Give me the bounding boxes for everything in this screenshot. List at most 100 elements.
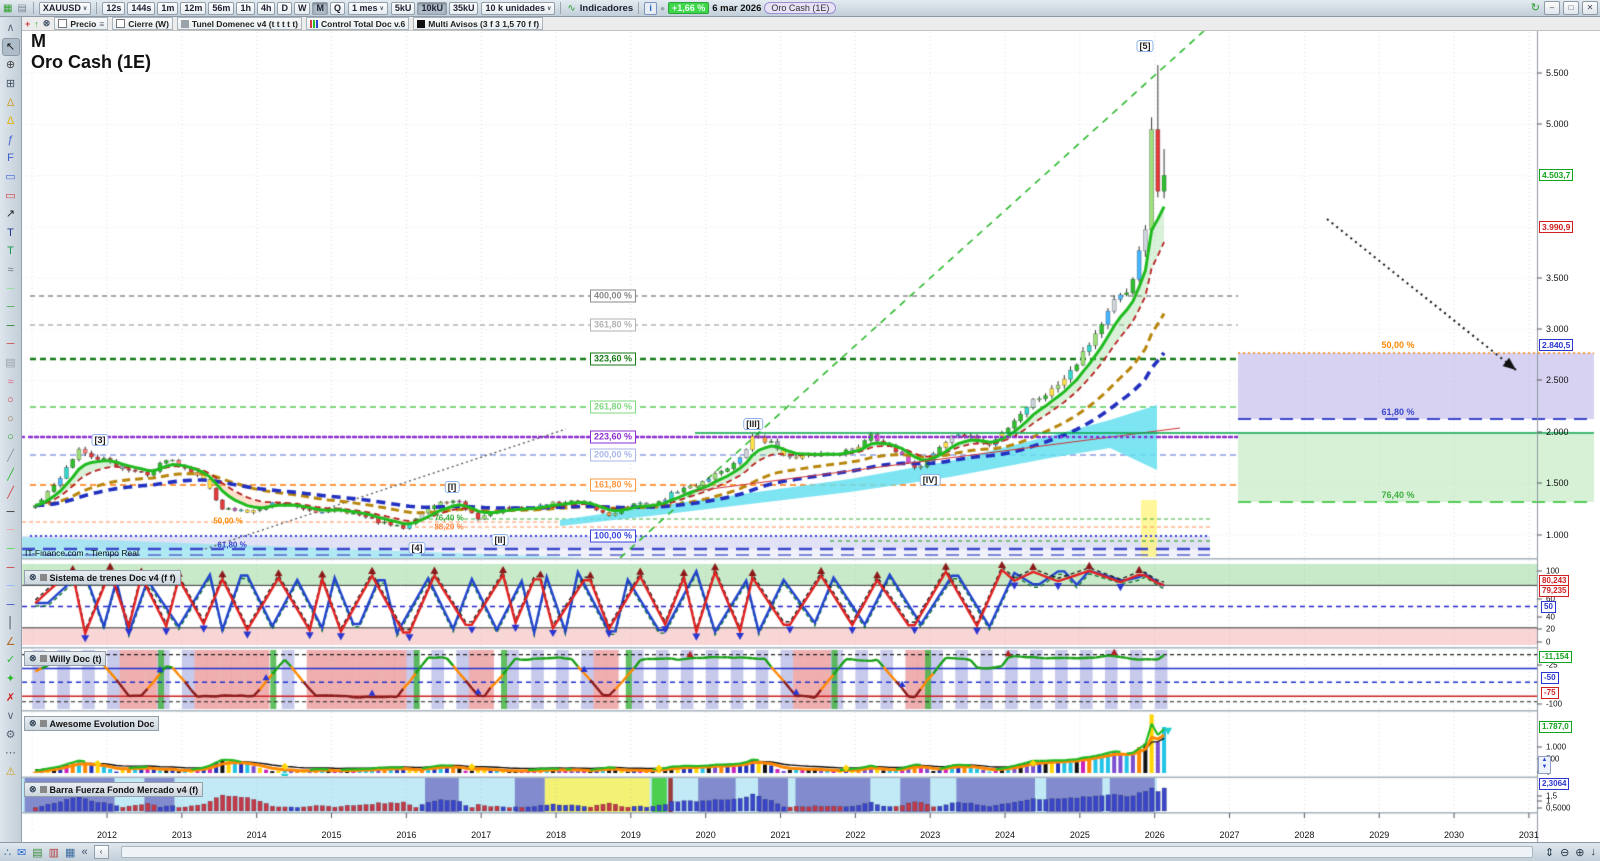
vline-icon[interactable]: │ — [2, 614, 20, 633]
tf-button-12m[interactable]: 12m — [180, 1, 207, 15]
tf-button-144s[interactable]: 144s — [127, 1, 156, 15]
hl-lightblue-icon[interactable]: ─ — [2, 577, 20, 596]
overlay-item-label: Cierre (W) — [128, 18, 169, 29]
unit-button-35kU[interactable]: 35kU — [448, 1, 479, 15]
refresh-icon[interactable]: ↻ — [1530, 2, 1541, 15]
date-label: 6 mar 2026 — [712, 2, 762, 14]
chart-title-block: M Oro Cash (1E) — [31, 31, 151, 73]
zoom-icon[interactable]: ⊕ — [2, 56, 20, 75]
ellipse-red-icon[interactable]: ○ — [2, 391, 20, 410]
hl-darkblue-icon[interactable]: ─ — [2, 595, 20, 614]
like-icon[interactable]: ✦ — [2, 670, 20, 689]
zoom-area-icon[interactable]: ⊞ — [2, 75, 20, 94]
diag-red-icon[interactable]: ╱ — [2, 484, 20, 503]
separator — [32, 2, 34, 14]
tf-button-56m[interactable]: 56m — [208, 1, 235, 15]
fib-tool-icon[interactable]: ƒ — [2, 131, 20, 150]
checkbox-icon[interactable] — [58, 19, 68, 28]
unit-button-10kU[interactable]: 10kU — [417, 1, 447, 15]
delete-icon[interactable]: ✗ — [2, 688, 20, 707]
pattern-icon[interactable]: ≈ — [2, 372, 20, 391]
overlay-item-4[interactable]: Multi Avisos (3 f 3 1,5 70 f f) — [413, 17, 544, 30]
angle-icon[interactable]: ∠ — [2, 633, 20, 652]
more-icon[interactable]: ⋯ — [2, 744, 20, 763]
overlay-item-label: Precio — [70, 18, 97, 29]
horizontal-scrollbar[interactable] — [120, 846, 1533, 858]
document-icon[interactable]: ▤ — [32, 846, 42, 859]
symbol-select[interactable]: XAUUSD ∨ — [38, 1, 92, 15]
checkbox-icon[interactable] — [116, 19, 126, 28]
workspace-icon[interactable]: ▦ — [65, 846, 75, 859]
restore-button[interactable]: □ — [1563, 1, 1579, 15]
tf-button-D[interactable]: D — [277, 1, 292, 15]
minimize-button[interactable]: – — [1544, 1, 1560, 15]
cursor-icon[interactable]: ↖ — [1, 37, 20, 57]
chart-type-icon[interactable]: ▦ — [2, 2, 13, 15]
tf-button-Q[interactable]: Q — [329, 1, 345, 15]
ruler-icon[interactable]: ▤ — [2, 354, 20, 373]
hline-red2-icon[interactable]: ─ — [2, 335, 20, 354]
measure-icon[interactable]: ≈ — [2, 261, 20, 280]
alarm-cursor-icon[interactable]: Δ — [2, 93, 20, 112]
tf-button-1m[interactable]: 1m — [157, 1, 179, 15]
zoom-out-icon[interactable]: ⊖ — [1560, 846, 1569, 859]
ellipse-brown-icon[interactable]: ○ — [2, 409, 20, 428]
zoom-in-icon[interactable]: ⊕ — [1575, 846, 1584, 859]
tf-button-W[interactable]: W — [293, 1, 311, 15]
note-icon[interactable]: T — [2, 242, 20, 261]
expand-down-icon[interactable]: ∨ — [2, 707, 20, 726]
hl-lime-icon[interactable]: ─ — [2, 540, 20, 559]
indicator-list-icon[interactable]: ▥ — [49, 846, 59, 859]
ellipse-green-icon[interactable]: ○ — [2, 428, 20, 447]
overlay-item-0[interactable]: Precio ≡ — [54, 17, 109, 30]
indicators-button[interactable]: Indicadores — [580, 3, 633, 14]
alerts-config-icon[interactable]: ⚙ — [2, 726, 20, 745]
period-select[interactable]: 1 mes ∨ — [347, 1, 388, 15]
collapse-up-icon[interactable]: ∧ — [2, 19, 20, 38]
share-icon[interactable]: ∴ — [4, 846, 11, 859]
unit-button-5kU[interactable]: 5kU — [390, 1, 416, 15]
tf-button-M[interactable]: M — [312, 1, 328, 15]
color-bars-icon — [310, 19, 319, 28]
hl-red-icon[interactable]: ─ — [2, 558, 20, 577]
diag-green-icon[interactable]: ╱ — [2, 465, 20, 484]
chart-timeframe-label: M — [31, 31, 46, 51]
check-icon[interactable]: ✓ — [2, 651, 20, 670]
up-icon[interactable]: ↑ — [34, 19, 39, 29]
units-select[interactable]: 10 k unidades ∨ — [481, 1, 556, 15]
zoom-vertical-icon[interactable]: ⇕ — [1545, 846, 1554, 859]
diag-gray-icon[interactable]: ╱ — [2, 447, 20, 466]
rectangle-icon[interactable]: ▭ — [2, 186, 20, 205]
list-icon[interactable]: ≡ — [99, 19, 104, 29]
units-label: 10 k unidades — [485, 3, 545, 13]
hl-pink-icon[interactable]: ─ — [2, 521, 20, 540]
close-all-icon[interactable]: ⊗ — [43, 18, 51, 29]
hline-lightgreen-icon[interactable]: ─ — [2, 279, 20, 298]
chat-icon[interactable]: ✉ — [17, 846, 26, 859]
overlay-item-1[interactable]: Cierre (W) — [112, 17, 173, 30]
layout-icon[interactable]: ▤ — [16, 2, 27, 15]
overlay-item-3[interactable]: Control Total Doc v.6 — [306, 17, 410, 30]
info-icon[interactable]: i — [644, 1, 658, 15]
status-dot-icon: ● — [660, 3, 665, 13]
hl-black-icon[interactable]: ─ — [2, 502, 20, 521]
text-icon[interactable]: T — [2, 224, 20, 243]
collapse-panel-icon[interactable]: « — [81, 846, 87, 858]
warning-icon[interactable]: ⚠ — [2, 763, 20, 782]
panel-scroll-arrows[interactable]: ▲ ▼ — [1538, 756, 1551, 774]
overlay-item-2[interactable]: Tunel Domenec v4 (t t t t t) — [176, 17, 303, 30]
auto-scroll-icon[interactable]: ↓ — [1591, 846, 1597, 858]
tf-button-4h[interactable]: 4h — [256, 1, 276, 15]
hline-green-icon[interactable]: ─ — [2, 298, 20, 317]
scroll-left-button[interactable]: ‹ — [93, 845, 109, 859]
fib-fan-icon[interactable]: F — [2, 149, 20, 168]
tf-button-12s[interactable]: 12s — [102, 1, 126, 15]
add-icon[interactable]: + — [25, 19, 30, 29]
hline-darkgreen-icon[interactable]: ─ — [2, 317, 20, 336]
close-button[interactable]: ✕ — [1582, 1, 1598, 15]
alarm-icon[interactable]: Δ — [2, 112, 20, 131]
polygon-icon[interactable]: ▭ — [2, 168, 20, 187]
chart-canvas[interactable] — [0, 0, 1600, 861]
tf-button-1h[interactable]: 1h — [236, 1, 255, 15]
trend-arrow-icon[interactable]: ↗ — [2, 205, 20, 224]
